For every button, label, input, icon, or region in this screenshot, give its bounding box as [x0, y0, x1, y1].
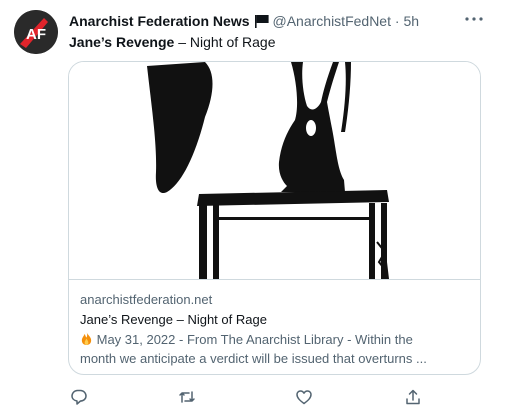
anarchist-federation-logo: AF — [14, 10, 58, 54]
share-icon — [406, 389, 420, 405]
tweet-actions — [68, 388, 428, 408]
black-flag-icon — [254, 14, 270, 28]
card-description-line1: May 31, 2022 - From The Anarchist Librar… — [93, 332, 413, 347]
tweet-text: Jane’s Revenge – Night of Rage — [69, 33, 276, 51]
fire-icon — [80, 330, 93, 349]
tweet-timestamp[interactable]: 5h — [403, 13, 419, 29]
card-meta: anarchistfederation.net Jane’s Revenge –… — [80, 290, 475, 368]
reply-icon — [71, 389, 87, 405]
svg-text:AF: AF — [26, 26, 46, 43]
card-image[interactable] — [69, 62, 480, 280]
more-dots-icon — [465, 17, 483, 21]
share-button[interactable] — [404, 388, 424, 408]
link-card[interactable]: anarchistfederation.net Jane’s Revenge –… — [68, 61, 481, 375]
tweet[interactable]: AF Anarchist Federation News @AnarchistFe… — [0, 0, 508, 417]
author-handle[interactable]: @AnarchistFedNet — [273, 13, 391, 29]
tweet-text-bold: Jane’s Revenge — [69, 34, 175, 50]
retweet-button[interactable] — [178, 388, 198, 408]
heart-icon — [296, 390, 312, 405]
tweet-text-rest: – Night of Rage — [174, 34, 276, 50]
card-image-illustration — [147, 62, 389, 279]
author-name[interactable]: Anarchist Federation News — [69, 13, 250, 29]
reply-button[interactable] — [70, 388, 90, 408]
like-button[interactable] — [295, 388, 315, 408]
card-domain: anarchistfederation.net — [80, 292, 213, 307]
separator-dot: · — [394, 13, 400, 29]
avatar[interactable]: AF — [14, 10, 58, 54]
retweet-icon — [179, 391, 195, 403]
tweet-header: Anarchist Federation News @AnarchistFedNe… — [69, 12, 479, 32]
card-description-line2: month we anticipate a verdict will be is… — [80, 351, 427, 366]
more-options-button[interactable] — [462, 10, 486, 28]
card-description: May 31, 2022 - From The Anarchist Librar… — [80, 330, 475, 368]
card-title: Jane’s Revenge – Night of Rage — [80, 312, 267, 327]
